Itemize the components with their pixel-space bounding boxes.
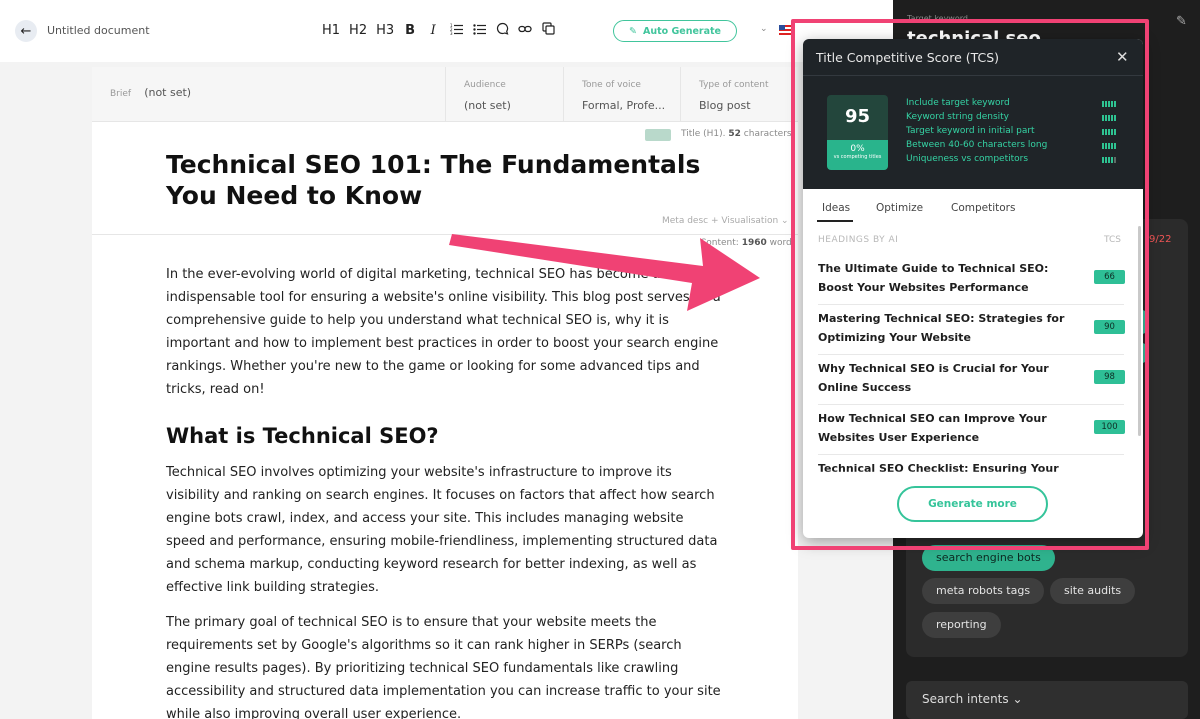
top-toolbar: ← Untitled document H1 H2 H3 B I 123 ✎ A… xyxy=(0,0,893,62)
back-arrow-icon[interactable]: ← xyxy=(15,20,37,42)
search-intents-label: Search intents ⌄ xyxy=(922,692,1023,706)
title-char-count: 52 xyxy=(728,129,741,139)
title-meta: Title (H1). 52 characters xyxy=(681,129,792,139)
highlight-frame xyxy=(791,19,1149,550)
auto-generate-label: Auto Generate xyxy=(642,25,721,37)
content-meta-prefix: Content: xyxy=(700,238,739,248)
auto-generate-button[interactable]: ✎ Auto Generate xyxy=(613,20,737,42)
copy-icon[interactable] xyxy=(541,22,555,39)
tone-label: Tone of voice xyxy=(582,80,641,90)
divider xyxy=(92,234,798,235)
keyword-chip[interactable]: site audits xyxy=(1050,578,1136,604)
keyword-chip[interactable]: reporting xyxy=(922,612,1001,638)
audience-field[interactable]: Audience (not set) xyxy=(464,80,511,113)
content-type-label: Type of content xyxy=(699,80,769,90)
divider xyxy=(680,67,681,122)
keyword-count: 9/22 xyxy=(1149,234,1172,245)
title-meta-prefix: Title (H1). xyxy=(681,129,726,139)
paragraph[interactable]: Technical SEO involves optimizing your w… xyxy=(166,461,726,599)
brief-bar: Brief (not set) Audience (not set) Tone … xyxy=(92,67,798,122)
comment-icon[interactable] xyxy=(495,22,509,39)
content-meta: Content: 1960 word xyxy=(700,238,792,248)
title-meta-suffix: characters xyxy=(740,129,792,139)
link-icon[interactable] xyxy=(518,23,532,39)
svg-text:3: 3 xyxy=(450,31,453,35)
edit-icon[interactable]: ✎ xyxy=(1176,14,1187,29)
content-type-value: Blog post xyxy=(699,99,751,112)
section-heading[interactable]: What is Technical SEO? xyxy=(166,424,439,448)
audience-label: Audience xyxy=(464,80,506,90)
italic-button[interactable]: I xyxy=(426,23,440,38)
audience-value: (not set) xyxy=(464,99,511,112)
search-intents-dropdown[interactable]: Search intents ⌄ xyxy=(906,681,1188,719)
numbered-list-icon[interactable]: 123 xyxy=(449,23,463,39)
format-toolbar: H1 H2 H3 B I 123 xyxy=(322,22,555,39)
content-meta-suffix: word xyxy=(766,238,792,248)
brief-field[interactable]: Brief (not set) xyxy=(110,81,191,100)
paragraph[interactable]: The primary goal of technical SEO is to … xyxy=(166,611,726,719)
divider xyxy=(563,67,564,122)
tone-field[interactable]: Tone of voice Formal, Profe... xyxy=(582,80,665,113)
h2-button[interactable]: H2 xyxy=(349,23,367,38)
brief-value: (not set) xyxy=(144,86,192,99)
paragraph[interactable]: In the ever-evolving world of digital ma… xyxy=(166,263,726,401)
keyword-chip[interactable]: meta robots tags xyxy=(922,578,1045,604)
content-word-count: 1960 xyxy=(741,238,767,248)
h3-button[interactable]: H3 xyxy=(376,23,394,38)
chevron-down-icon[interactable]: ⌄ xyxy=(760,24,768,34)
document-editor[interactable]: Brief (not set) Audience (not set) Tone … xyxy=(92,67,798,719)
content-type-field[interactable]: Type of content Blog post xyxy=(699,80,769,113)
bold-button[interactable]: B xyxy=(403,23,417,38)
pencil-icon: ✎ xyxy=(629,25,637,37)
document-heading[interactable]: Technical SEO 101: The Fundamentals You … xyxy=(166,149,726,211)
document-title[interactable]: Untitled document xyxy=(47,24,150,37)
tone-value: Formal, Profe... xyxy=(582,99,666,112)
divider xyxy=(445,67,446,122)
meta-desc-label: Meta desc + Visualisation xyxy=(662,216,779,226)
h1-button[interactable]: H1 xyxy=(322,23,340,38)
title-score-badge xyxy=(645,129,671,141)
bullet-list-icon[interactable] xyxy=(472,23,486,39)
chevron-down-icon: ⌄ xyxy=(781,216,789,226)
brief-label: Brief xyxy=(110,89,132,99)
meta-desc-toggle[interactable]: Meta desc + Visualisation ⌄ xyxy=(662,216,789,226)
